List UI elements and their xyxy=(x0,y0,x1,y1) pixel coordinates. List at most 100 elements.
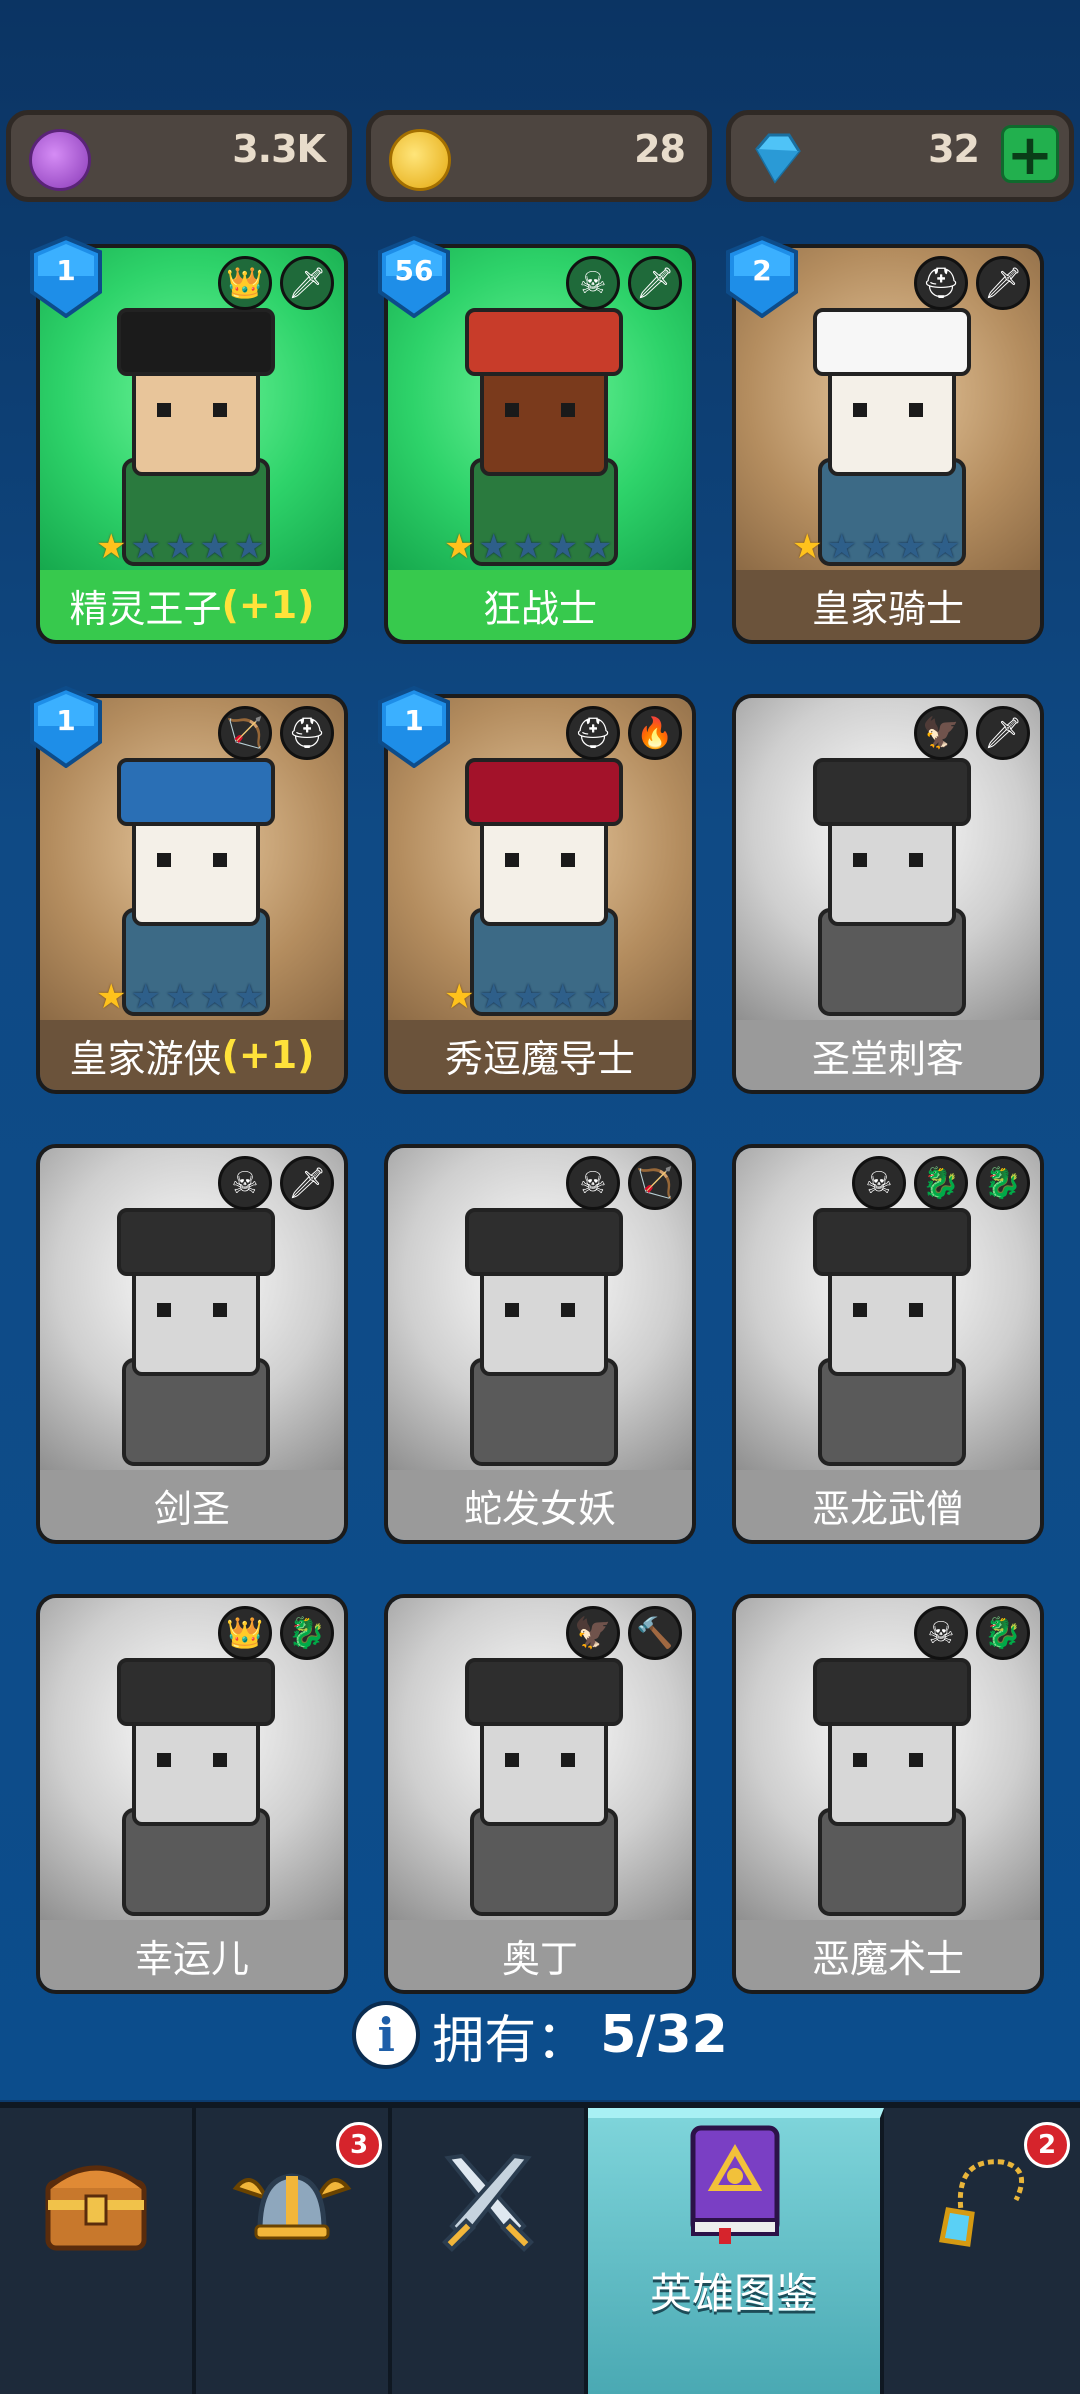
level-number: 56 xyxy=(394,254,434,287)
nav-heroes[interactable]: 3 xyxy=(196,2108,392,2394)
class-badge-icon: 🐉 xyxy=(976,1606,1030,1660)
hero-name: 幸运儿 xyxy=(134,1936,249,1981)
gold-coin-icon xyxy=(389,129,451,191)
crossed-swords-icon xyxy=(428,2148,548,2258)
amulet-icon xyxy=(922,2148,1042,2258)
hero-card[interactable]: 圣堂刺客 🦅 🗡 xyxy=(732,694,1044,1100)
hero-card[interactable]: 剑圣 ☠ 🗡 xyxy=(36,1144,348,1550)
star-rating: ★ ★ ★ ★ ★ xyxy=(444,530,612,564)
diamond-currency-panel[interactable]: 32 + xyxy=(726,110,1074,202)
star-icon: ★ xyxy=(164,977,196,1017)
class-badge-icon: 👑 xyxy=(218,256,272,310)
hero-name: 皇家骑士 xyxy=(811,586,964,631)
nav-battle[interactable] xyxy=(392,2108,588,2394)
hero-name-bar: 幸运儿 xyxy=(40,1920,344,1990)
hero-figure xyxy=(455,1208,625,1466)
level-shield: 56 xyxy=(376,235,452,319)
diamond-currency-value: 32 xyxy=(928,127,980,171)
star-icon: ★ xyxy=(860,527,892,567)
class-badge-icon: ☠ xyxy=(852,1156,906,1210)
hero-card[interactable]: 秀逗魔导士 1 ⛑ 🔥 ★ ★ ★ ★ ★ xyxy=(378,685,696,1100)
nav-shop[interactable] xyxy=(0,2108,196,2394)
info-icon[interactable]: i xyxy=(352,2001,421,2069)
hero-card[interactable]: 幸运儿 👑 🐉 xyxy=(36,1594,348,2000)
star-rating: ★ ★ ★ ★ ★ xyxy=(444,980,612,1014)
level-number: 1 xyxy=(56,254,76,287)
class-badge-icon: 🗡 xyxy=(976,256,1030,310)
class-badge-icon: 🔨 xyxy=(628,1606,682,1660)
level-number: 1 xyxy=(56,704,76,737)
star-icon: ★ xyxy=(581,527,613,567)
star-icon: ★ xyxy=(96,527,127,567)
star-icon: ★ xyxy=(130,527,161,567)
star-icon: ★ xyxy=(512,527,544,567)
class-badge-icon: 🦅 xyxy=(566,1606,620,1660)
star-icon: ★ xyxy=(581,977,613,1017)
items-notification-badge: 2 xyxy=(1024,2122,1070,2168)
hero-card[interactable]: 皇家骑士 2 ⛑ 🗡 ★ ★ ★ ★ ★ xyxy=(726,235,1044,650)
hero-figure xyxy=(803,1658,973,1916)
star-icon: ★ xyxy=(130,977,161,1017)
hero-name: 剑圣 xyxy=(153,1486,230,1531)
gold-currency-panel[interactable]: 28 xyxy=(366,110,712,202)
hero-figure xyxy=(455,1658,625,1916)
star-icon: ★ xyxy=(826,527,857,567)
hero-card[interactable]: 狂战士 56 ☠ 🗡 ★ ★ ★ ★ ★ xyxy=(378,235,696,650)
hero-name: 圣堂刺客 xyxy=(811,1036,964,1081)
hero-figure xyxy=(803,308,973,566)
star-rating: ★ ★ ★ ★ ★ xyxy=(792,530,960,564)
hero-card[interactable]: 恶龙武僧 ☠ 🐉 🐉 xyxy=(732,1144,1044,1550)
hero-name: 精灵王子 xyxy=(69,586,222,631)
hero-card[interactable]: 恶魔术士 ☠ 🐉 xyxy=(732,1594,1044,2000)
class-badge-icon: ⛑ xyxy=(914,256,968,310)
hero-figure xyxy=(455,308,625,566)
hero-card[interactable]: 皇家游侠 (+1) 1 🏹 ⛑ ★ ★ ★ ★ ★ xyxy=(30,685,348,1100)
star-icon: ★ xyxy=(478,527,509,567)
treasure-chest-icon xyxy=(36,2148,156,2258)
star-icon: ★ xyxy=(164,527,196,567)
class-badge-icon: 🐉 xyxy=(280,1606,334,1660)
hero-name-bar: 圣堂刺客 xyxy=(736,1020,1040,1090)
star-icon: ★ xyxy=(547,527,578,567)
nav-items[interactable]: 2 xyxy=(884,2108,1080,2394)
class-badge-icon: ☠ xyxy=(914,1606,968,1660)
nav-hero-codex-label: 英雄图鉴 xyxy=(649,2269,818,2318)
hero-name-bar: 皇家游侠 (+1) xyxy=(40,1020,344,1090)
star-icon: ★ xyxy=(547,977,578,1017)
diamond-icon xyxy=(749,129,805,185)
hero-card[interactable]: 奥丁 🦅 🔨 xyxy=(384,1594,696,2000)
hero-card[interactable]: 精灵王子 (+1) 1 👑 🗡 ★ ★ ★ ★ ★ xyxy=(30,235,348,650)
viking-helmet-icon xyxy=(232,2148,352,2258)
class-badge-icon: ⛑ xyxy=(566,706,620,760)
bottom-nav: 3 英雄图鉴 2 xyxy=(0,2102,1080,2394)
owned-label: 拥有： xyxy=(432,2010,589,2071)
purple-coin-icon xyxy=(29,129,91,191)
level-number: 2 xyxy=(752,254,772,287)
star-rating: ★ ★ ★ ★ ★ xyxy=(96,980,264,1014)
class-badge-icon: 🗡 xyxy=(976,706,1030,760)
nav-hero-codex[interactable]: 英雄图鉴 xyxy=(588,2108,884,2394)
purple-currency-panel[interactable]: 3.3K xyxy=(6,110,352,202)
class-badge-icon: 🗡 xyxy=(280,256,334,310)
hero-name: 恶龙武僧 xyxy=(811,1486,964,1531)
hero-name-bar: 秀逗魔导士 xyxy=(388,1020,692,1090)
class-badge-icon: 🦅 xyxy=(914,706,968,760)
class-badge-icon: 🐉 xyxy=(914,1156,968,1210)
class-badge-icon: ⛑ xyxy=(280,706,334,760)
star-icon: ★ xyxy=(96,977,127,1017)
hero-name: 恶魔术士 xyxy=(811,1936,964,1981)
level-shield: 2 xyxy=(724,235,800,319)
hero-name: 皇家游侠 xyxy=(69,1036,222,1081)
hero-name-bar: 恶魔术士 xyxy=(736,1920,1040,1990)
class-badge-icon: ☠ xyxy=(566,1156,620,1210)
class-badge-icon: ☠ xyxy=(566,256,620,310)
hero-figure xyxy=(107,1208,277,1466)
hero-name: 蛇发女妖 xyxy=(463,1486,616,1531)
star-icon: ★ xyxy=(444,977,475,1017)
hero-card[interactable]: 蛇发女妖 ☠ 🏹 xyxy=(384,1144,696,1550)
hero-name-bar: 剑圣 xyxy=(40,1470,344,1540)
add-diamond-button[interactable]: + xyxy=(1001,125,1059,184)
class-badge-icon: 🐉 xyxy=(976,1156,1030,1210)
star-icon: ★ xyxy=(233,977,265,1017)
book-icon xyxy=(679,2124,789,2244)
